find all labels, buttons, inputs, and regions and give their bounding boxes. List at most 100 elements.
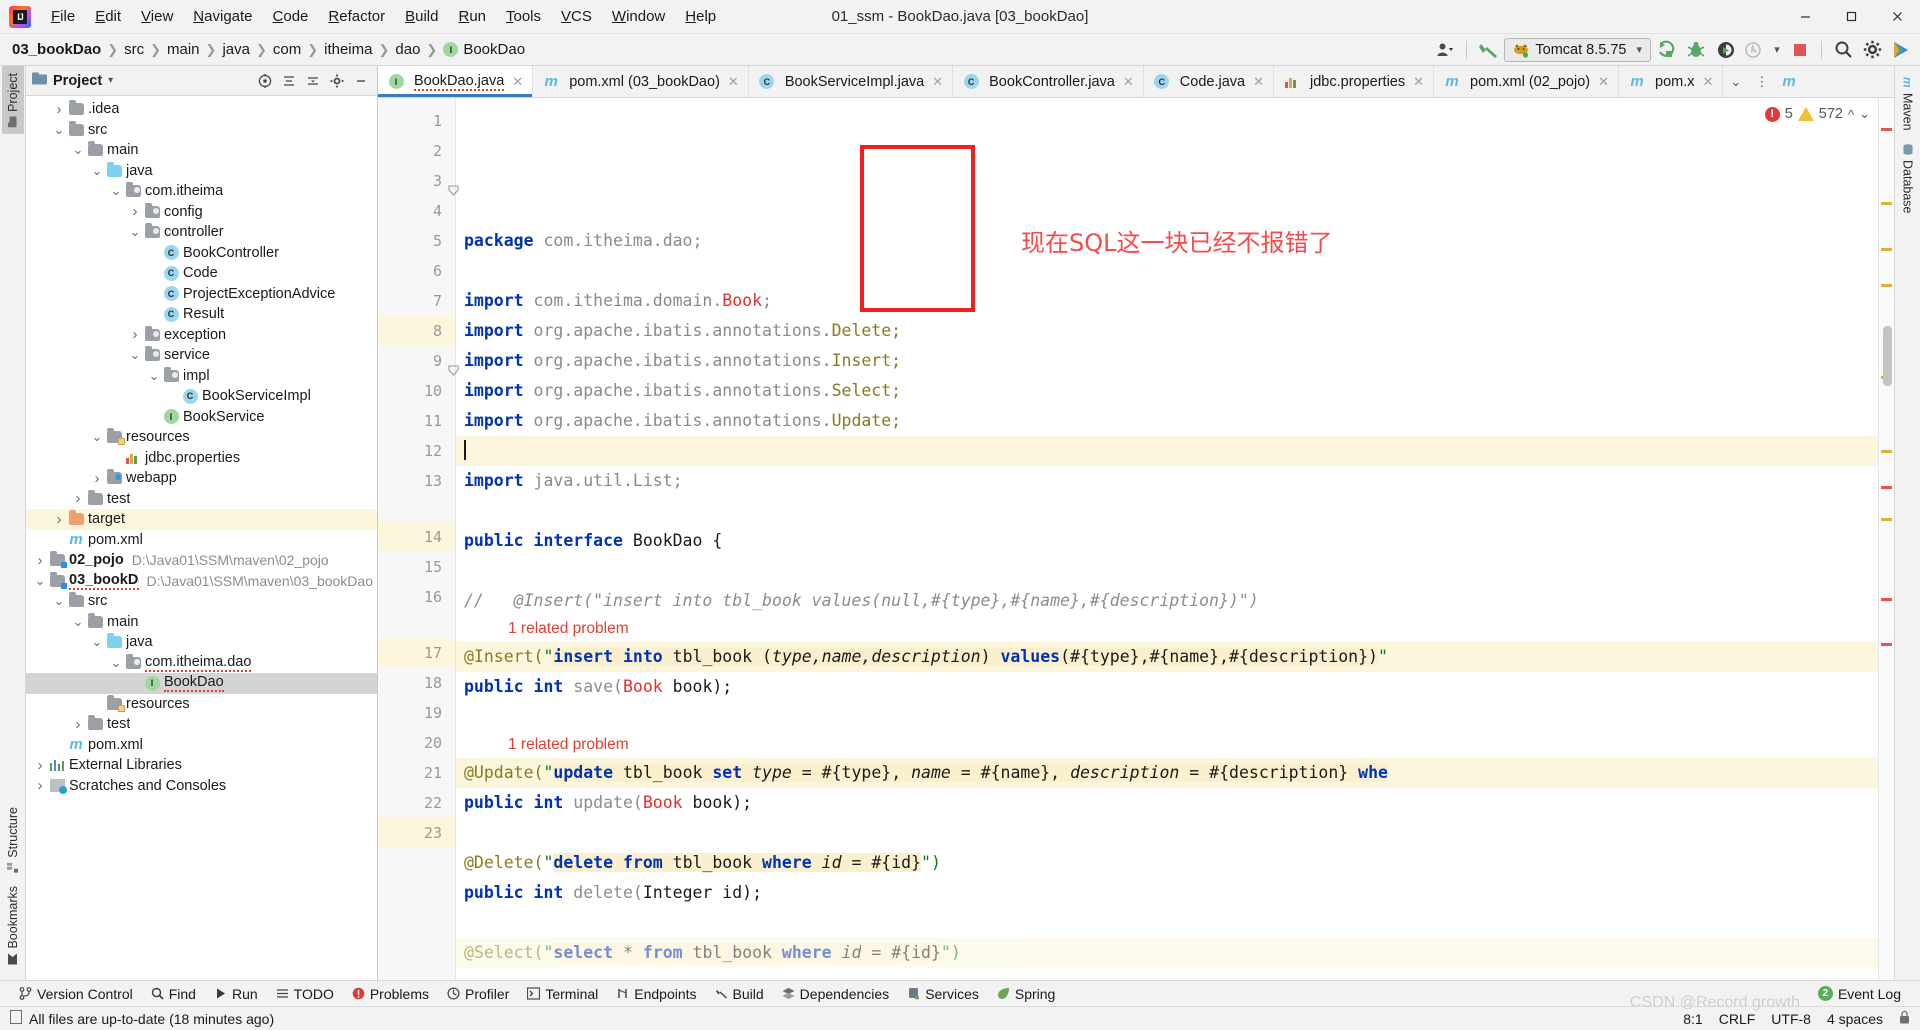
line-number-14[interactable]: 14	[378, 522, 455, 552]
menu-item-tools[interactable]: Tools	[496, 4, 551, 29]
line-number-21[interactable]: 21	[378, 758, 455, 788]
lock-icon[interactable]	[1899, 1010, 1910, 1027]
breadcrumb-item-src[interactable]: src	[120, 39, 148, 60]
chevron-down-icon[interactable]: ⌄	[108, 656, 124, 669]
minimize-icon[interactable]	[1782, 0, 1828, 34]
code-line-17[interactable]: @Update("update tbl_book set type = #{ty…	[456, 758, 1878, 788]
search-everywhere-icon[interactable]	[1830, 38, 1856, 62]
line-number-3[interactable]: 3	[378, 166, 459, 196]
code-line-21[interactable]: public int delete(Integer id);	[456, 878, 1878, 908]
menu-item-navigate[interactable]: Navigate	[183, 4, 262, 29]
editor-tab-bookcontroller-java[interactable]: C BookController.java ✕	[953, 66, 1144, 97]
build-hammer-icon[interactable]	[1475, 38, 1501, 62]
select-opened-file-icon[interactable]	[255, 71, 275, 91]
line-number-19[interactable]: 19	[378, 698, 455, 728]
tree-node-service[interactable]: ⌄ service	[26, 345, 377, 366]
tool-window-button-services[interactable]: Services	[898, 984, 988, 1004]
code-line-14[interactable]: @Insert("insert into tbl_book (type,name…	[456, 642, 1878, 672]
editor-tab-pom-xml--02-pojo-[interactable]: m pom.xml (02_pojo) ✕	[1434, 66, 1619, 97]
chevron-right-icon[interactable]: ›	[32, 757, 48, 774]
line-number-1[interactable]: 1	[378, 106, 455, 136]
code-line-23[interactable]: @Select("select * from tbl_book where id…	[456, 938, 1878, 968]
tree-node-pom-xml[interactable]: m pom.xml	[26, 735, 377, 756]
breadcrumb[interactable]: 03_bookDao ❯ src ❯ main ❯ java ❯ com ❯ itheima ❯ dao…	[8, 39, 529, 60]
chevron-right-icon[interactable]: ›	[127, 326, 143, 343]
chevron-right-icon[interactable]: ›	[70, 716, 86, 733]
tool-window-button-spring[interactable]: Spring	[988, 984, 1064, 1004]
chevron-right-icon[interactable]: ›	[127, 203, 143, 220]
code-line-12[interactable]	[456, 556, 1878, 586]
main-menu[interactable]: File Edit View Navigate Code Refactor Build Run…	[41, 4, 726, 29]
code-line-2[interactable]	[456, 256, 1878, 286]
tree-node-scratches-and-consoles[interactable]: › Scratches and Consoles	[26, 776, 377, 797]
line-number-11[interactable]: 11	[378, 406, 455, 436]
line-number-15[interactable]: 15	[378, 552, 455, 582]
menu-item-window[interactable]: Window	[602, 4, 675, 29]
run-configuration-selector[interactable]: Tomcat 8.5.75 ▾	[1504, 37, 1651, 62]
file-encoding[interactable]: UTF-8	[1771, 1011, 1811, 1027]
line-number-7[interactable]: 7	[378, 286, 455, 316]
expand-icon[interactable]	[303, 71, 323, 91]
breadcrumb-item-bookdao[interactable]: I BookDao	[439, 39, 529, 60]
menu-item-run[interactable]: Run	[448, 4, 496, 29]
debug-button[interactable]	[1683, 38, 1709, 62]
tool-window-button-build[interactable]: Build	[706, 984, 773, 1004]
tree-node-bookcontroller[interactable]: C BookController	[26, 243, 377, 264]
editor-gutter[interactable]: 1 2 3 4 5 6 7 8 9 10 11 12 13 14 15 16 17 18 19 20 21 22 23	[378, 98, 459, 980]
tree-node-bookserviceimpl[interactable]: C BookServiceImpl	[26, 386, 377, 407]
code-line-4[interactable]: import org.apache.ibatis.annotations.Del…	[456, 316, 1878, 346]
chevron-down-icon[interactable]: ⌄	[70, 615, 86, 628]
sidebar-item-maven[interactable]: m Maven	[1897, 70, 1919, 137]
tree-node-config[interactable]: › config	[26, 202, 377, 223]
hide-panel-icon[interactable]	[351, 71, 371, 91]
tree-node-resources[interactable]: ⌄ resources	[26, 427, 377, 448]
tool-window-button-event-log[interactable]: 2 Event Log	[1809, 984, 1910, 1004]
menu-item-view[interactable]: View	[131, 4, 183, 29]
editor-tab-bar[interactable]: I BookDao.java ✕ m pom.xml (03_bookDao) ✕ C Boo…	[378, 66, 1894, 98]
close-tab-icon[interactable]: ✕	[932, 74, 943, 90]
user-settings-icon[interactable]	[1432, 38, 1458, 62]
chevron-down-icon[interactable]: ⌄	[127, 348, 143, 361]
line-number-8[interactable]: 8	[378, 316, 455, 346]
close-tab-icon[interactable]: ✕	[728, 74, 739, 90]
editor-tabs-more-icon[interactable]: ⋮	[1748, 66, 1775, 97]
tree-node--idea[interactable]: › .idea	[26, 99, 377, 120]
menu-item-help[interactable]: Help	[675, 4, 726, 29]
panel-settings-gear-icon[interactable]	[327, 71, 347, 91]
next-problem-icon[interactable]: ⌄	[1859, 106, 1870, 122]
tree-node-com-itheima-dao[interactable]: ⌄ com.itheima.dao	[26, 653, 377, 674]
line-number-10[interactable]: 10	[378, 376, 455, 406]
breadcrumb-item-itheima[interactable]: itheima	[320, 39, 376, 60]
chevron-down-icon[interactable]: ⌄	[89, 430, 105, 443]
code-line-3[interactable]: import com.itheima.domain.Book;	[456, 286, 1878, 316]
editor-tab-pom-x[interactable]: m pom.x ✕	[1619, 66, 1724, 97]
menu-item-file[interactable]: File	[41, 4, 85, 29]
line-number-23[interactable]: 23	[378, 818, 455, 848]
close-tab-icon[interactable]: ✕	[1253, 74, 1264, 90]
tree-node-exception[interactable]: › exception	[26, 325, 377, 346]
chevron-right-icon[interactable]: ›	[51, 101, 67, 118]
tree-node-resources[interactable]: resources	[26, 694, 377, 715]
chevron-right-icon[interactable]: ›	[51, 511, 67, 528]
code-editor[interactable]: 现在SQL这一块已经不报错了 package com.itheima.dao; i…	[456, 98, 1878, 980]
line-number-6[interactable]: 6	[378, 256, 455, 286]
tool-window-button-endpoints[interactable]: Endpoints	[607, 984, 705, 1004]
code-line-15[interactable]: public int save(Book book);	[456, 672, 1878, 702]
chevron-down-icon[interactable]: ⌄	[32, 574, 48, 587]
tree-node-03-bookdao[interactable]: ⌄ 03_bookDao D:\Java01\SSM\maven\03_bookDa…	[26, 571, 377, 592]
chevron-right-icon[interactable]: ›	[32, 552, 48, 569]
error-stripe[interactable]	[1878, 98, 1894, 980]
tree-node-main[interactable]: ⌄ main	[26, 140, 377, 161]
tree-node-code[interactable]: C Code	[26, 263, 377, 284]
menu-item-edit[interactable]: Edit	[85, 4, 131, 29]
profile-dropdown-icon[interactable]: ▾	[1770, 38, 1784, 62]
caret-position[interactable]: 8:1	[1683, 1011, 1702, 1027]
tree-node-target[interactable]: › target	[26, 509, 377, 530]
menu-item-build[interactable]: Build	[395, 4, 448, 29]
tree-node-com-itheima[interactable]: ⌄ com.itheima	[26, 181, 377, 202]
chevron-down-icon[interactable]: ⌄	[127, 225, 143, 238]
code-line-8[interactable]	[456, 436, 1878, 466]
related-problem-hint[interactable]: 1 related problem	[456, 732, 1878, 758]
editor-tab-code-java[interactable]: C Code.java ✕	[1144, 66, 1274, 97]
line-number-2[interactable]: 2	[378, 136, 455, 166]
